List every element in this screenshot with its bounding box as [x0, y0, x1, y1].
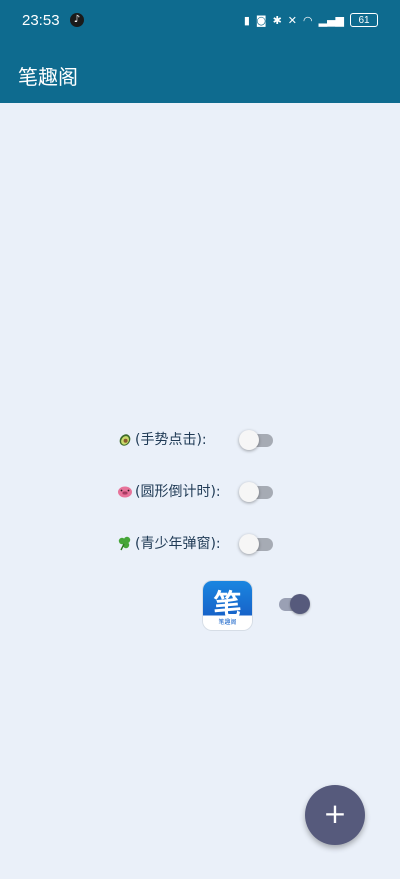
status-bar: 23:53 ♪ ▮ ◙ ✱ ✕ ◠ ▂▄▆ 61: [0, 0, 400, 42]
youth-popup-toggle[interactable]: [239, 532, 275, 556]
toggle-thumb: [239, 534, 259, 554]
tiktok-notification-icon: ♪: [70, 13, 84, 27]
circle-countdown-toggle[interactable]: [239, 480, 275, 504]
toggle-thumb: [290, 594, 310, 614]
app-logo-caption: 笔趣阁: [218, 619, 237, 626]
nfc-icon: ◙: [255, 13, 267, 27]
avocado-emoji-icon: [117, 431, 133, 447]
add-button[interactable]: +: [305, 785, 365, 845]
setting-row-gesture-click: (手势点击):: [117, 429, 207, 449]
app-logo: 笔 笔趣阁: [203, 581, 252, 630]
status-time: 23:53: [22, 12, 60, 29]
app-bar: 23:53 ♪ ▮ ◙ ✱ ✕ ◠ ▂▄▆ 61 笔趣阁: [0, 0, 400, 103]
wifi-icon: ◠: [303, 13, 313, 27]
gesture-click-toggle[interactable]: [239, 428, 275, 452]
page-title: 笔趣阁: [18, 65, 78, 89]
clover-emoji-icon: [117, 535, 133, 551]
setting-label: (手势点击):: [135, 432, 207, 448]
vibrate-icon: ▮: [243, 13, 250, 27]
setting-label: (青少年弹窗):: [135, 536, 221, 552]
setting-label: (圆形倒计时):: [135, 484, 221, 500]
mute-icon: ✕: [287, 13, 297, 27]
signal-icon: ▂▄▆: [318, 13, 344, 27]
app-enable-toggle[interactable]: [275, 592, 311, 616]
pig-emoji-icon: [117, 483, 133, 499]
status-icons: ▮ ◙ ✱ ✕ ◠ ▂▄▆ 61: [244, 11, 378, 29]
toggle-thumb: [239, 482, 259, 502]
app-logo-glyph: 笔: [213, 588, 242, 621]
battery-icon: 61: [350, 13, 378, 27]
bluetooth-icon: ✱: [272, 13, 282, 27]
setting-row-circle-countdown: (圆形倒计时):: [117, 481, 221, 501]
toggle-thumb: [239, 430, 259, 450]
setting-row-youth-popup: (青少年弹窗):: [117, 533, 221, 553]
